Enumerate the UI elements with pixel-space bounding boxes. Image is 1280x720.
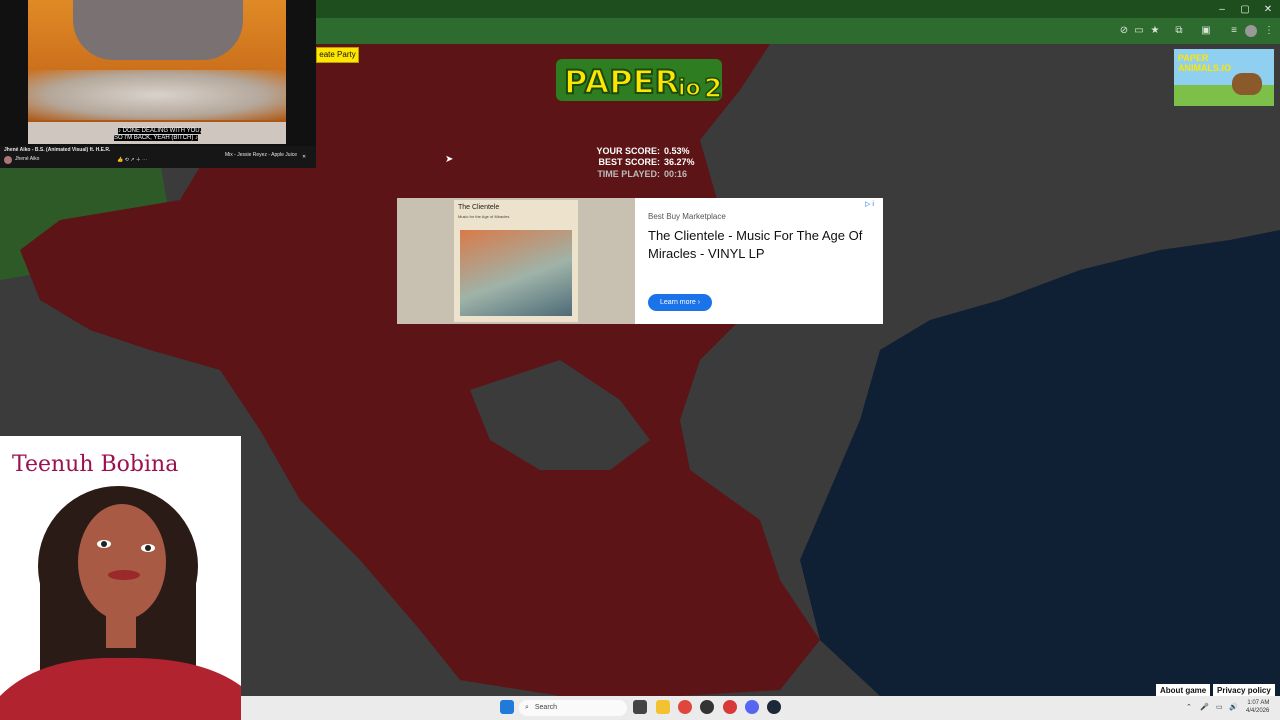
bear-icon: [1232, 73, 1262, 95]
network-icon[interactable]: ▭: [1216, 703, 1223, 711]
steam-icon[interactable]: [767, 700, 781, 714]
portrait-overlay: [0, 436, 241, 720]
video-actions-icon[interactable]: 👍 ⟲ ↗ ＋ ⋯: [117, 156, 147, 163]
start-icon[interactable]: [500, 700, 514, 714]
ad-learn-more-button[interactable]: Learn more ›: [648, 294, 712, 311]
app-icon[interactable]: [723, 700, 737, 714]
ad-image: The Clientele Music for the Age of Mirac…: [397, 198, 635, 324]
tray-date: 4/4/2026: [1246, 708, 1270, 714]
mix-title[interactable]: Mix - Jessie Reyez - Apple Juice: [225, 152, 297, 158]
video-smoke: [28, 70, 286, 120]
svg-text:2: 2: [704, 74, 722, 104]
album-band: The Clientele: [458, 204, 500, 211]
portrait-signature: Teenuh Bobina: [12, 452, 179, 477]
cursor-icon: ➤: [445, 154, 454, 165]
tray-clock[interactable]: 1:07 AM 4/4/2026: [1246, 699, 1269, 715]
sync-icon[interactable]: ≡: [1228, 25, 1240, 37]
video-frame: [28, 0, 286, 144]
time-played-label: TIME PLAYED:: [597, 169, 660, 179]
video-overlay[interactable]: ♪ DONE DEALING WITH YOU, SO I'M BACK, YE…: [0, 0, 316, 168]
promo-title: PAPER ANIMALS.IO: [1178, 53, 1231, 73]
chrome-icon[interactable]: [678, 700, 692, 714]
video-caption-line2: SO I'M BACK, YEAH (BITCH) ♪: [114, 135, 199, 141]
paperio-logo: PAPER io 2: [552, 55, 726, 105]
task-view-icon[interactable]: [633, 700, 647, 714]
video-title[interactable]: Jhené Aiko - B.S. (Animated Visual) ft. …: [4, 147, 110, 153]
taskbar-search[interactable]: ⌕ Search: [519, 700, 627, 716]
best-score-value: 36.27%: [664, 157, 695, 167]
paper-animals-promo[interactable]: PAPER ANIMALS.IO: [1174, 49, 1274, 106]
mute-icon[interactable]: ⊘: [1118, 25, 1130, 37]
album-artwork: [460, 230, 572, 316]
best-score-label: BEST SCORE:: [598, 157, 660, 167]
your-score-value: 0.53%: [664, 146, 690, 156]
svg-text:PAPER: PAPER: [564, 63, 679, 101]
star-icon[interactable]: ★: [1149, 25, 1161, 37]
microphone-icon[interactable]: 🎤: [1200, 703, 1209, 711]
profile-icon[interactable]: [1245, 25, 1257, 37]
create-party-button[interactable]: eate Party: [316, 47, 359, 63]
extensions-icon[interactable]: ⧉: [1173, 25, 1185, 37]
album-cover: The Clientele Music for the Age of Mirac…: [454, 200, 578, 322]
cast-icon[interactable]: ▭: [1133, 25, 1145, 37]
tray-chevron-icon[interactable]: ⌃: [1186, 703, 1192, 711]
time-played-value: 00:16: [664, 169, 688, 179]
search-icon: ⌕: [525, 704, 529, 711]
your-score-label: YOUR SCORE:: [596, 146, 660, 156]
file-explorer-icon[interactable]: [656, 700, 670, 714]
taskbar: [241, 696, 1280, 720]
volume-icon[interactable]: 🔊: [1229, 703, 1238, 711]
close-icon[interactable]: ✕: [1261, 4, 1275, 15]
svg-text:io: io: [678, 76, 701, 101]
channel-name[interactable]: Jhené Aiko: [15, 156, 39, 162]
tray-time: 1:07 AM: [1247, 700, 1270, 706]
menu-kebab-icon[interactable]: ⋮: [1263, 25, 1275, 37]
ad-choices-icon[interactable]: ▷ i: [865, 200, 874, 208]
minimize-icon[interactable]: –: [1215, 4, 1229, 15]
album-subtitle: Music for the Age of Miracles: [458, 214, 510, 219]
tab-search-icon[interactable]: ▣: [1200, 25, 1212, 37]
video-caption-line1: ♪ DONE DEALING WITH YOU,: [118, 128, 202, 134]
github-icon[interactable]: [700, 700, 714, 714]
ad-title[interactable]: The Clientele - Music For The Age Of Mir…: [648, 227, 873, 263]
restore-icon[interactable]: ▢: [1238, 4, 1252, 15]
video-car: [73, 0, 243, 60]
discord-icon[interactable]: [745, 700, 759, 714]
ad-advertiser: Best Buy Marketplace: [648, 212, 726, 221]
close-mix-icon[interactable]: ✕: [302, 154, 306, 160]
channel-avatar[interactable]: [4, 156, 12, 164]
ad-banner[interactable]: The Clientele Music for the Age of Mirac…: [397, 198, 883, 324]
